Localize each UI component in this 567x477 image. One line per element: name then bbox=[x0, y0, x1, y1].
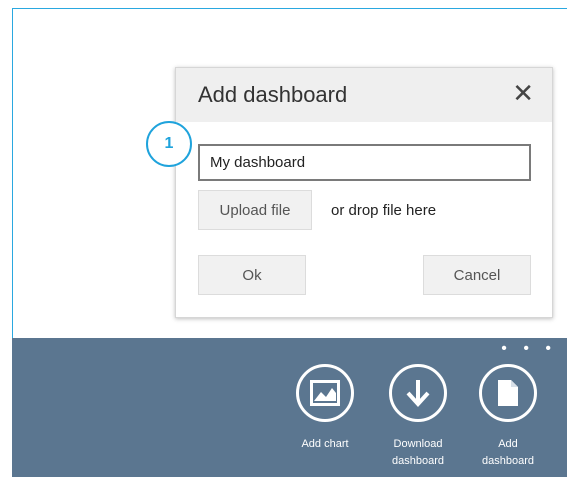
add-chart-label: Add chart bbox=[301, 438, 349, 450]
more-options-icon[interactable]: • • • bbox=[501, 341, 557, 357]
add-dashboard-dialog: Add dashboard ✕ Upload file or drop file… bbox=[175, 67, 553, 318]
download-arrow-icon bbox=[389, 364, 447, 422]
add-chart-button[interactable]: Add chart bbox=[285, 364, 365, 453]
add-dashboard-button[interactable]: Add dashboard bbox=[468, 364, 548, 470]
add-dashboard-label: Add dashboard bbox=[482, 438, 534, 467]
download-dashboard-label: Download dashboard bbox=[392, 438, 444, 467]
step-callout-badge: 1 bbox=[146, 121, 192, 167]
dialog-header: Add dashboard ✕ bbox=[176, 68, 552, 122]
bottom-app-bar: • • • Add chart Download dashboard Add d… bbox=[12, 338, 567, 477]
dialog-title: Add dashboard bbox=[198, 82, 348, 107]
document-icon bbox=[479, 364, 537, 422]
close-icon[interactable]: ✕ bbox=[512, 80, 534, 106]
ok-button[interactable]: Ok bbox=[198, 255, 306, 295]
chart-image-icon bbox=[296, 364, 354, 422]
cancel-button[interactable]: Cancel bbox=[423, 255, 531, 295]
download-dashboard-button[interactable]: Download dashboard bbox=[378, 364, 458, 470]
dashboard-name-input[interactable] bbox=[198, 144, 531, 181]
upload-file-button[interactable]: Upload file bbox=[198, 190, 312, 230]
drop-file-hint: or drop file here bbox=[331, 202, 437, 219]
